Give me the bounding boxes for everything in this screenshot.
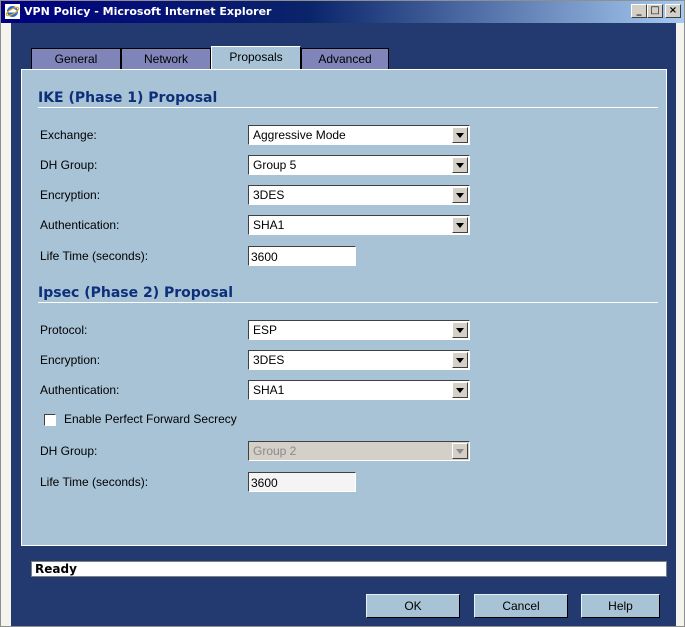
ipsec-authentication-value: SHA1 xyxy=(253,383,285,397)
ipsec-encryption-select[interactable]: 3DES xyxy=(248,350,470,370)
ike-encryption-value: 3DES xyxy=(253,188,285,202)
maximize-button[interactable]: □ xyxy=(647,4,663,18)
minimize-button[interactable]: _ xyxy=(631,4,647,18)
ipsec-dh-group-value: Group 2 xyxy=(253,444,297,458)
ike-encryption-label: Encryption: xyxy=(40,188,101,202)
chevron-down-icon[interactable] xyxy=(452,127,468,143)
ike-authentication-select[interactable]: SHA1 xyxy=(248,215,470,235)
ipsec-dh-group-label: DH Group: xyxy=(40,444,98,458)
ipsec-authentication-label: Authentication: xyxy=(40,383,120,397)
chevron-down-icon[interactable] xyxy=(452,157,468,173)
ipsec-dh-group-select[interactable]: Group 2 xyxy=(248,441,470,461)
ike-dh-group-label: DH Group: xyxy=(40,158,98,172)
ipsec-lifetime-input[interactable] xyxy=(248,472,356,492)
section-divider xyxy=(38,302,658,303)
internet-explorer-icon xyxy=(5,4,20,19)
ike-lifetime-input[interactable] xyxy=(248,246,356,266)
title-bar[interactable]: VPN Policy - Microsoft Internet Explorer… xyxy=(1,1,684,23)
ike-encryption-select[interactable]: 3DES xyxy=(248,185,470,205)
tab-proposals[interactable]: Proposals xyxy=(211,46,301,71)
tab-advanced[interactable]: Advanced xyxy=(301,48,389,70)
ike-authentication-value: SHA1 xyxy=(253,218,285,232)
window-title: VPN Policy - Microsoft Internet Explorer xyxy=(24,5,272,18)
tab-network[interactable]: Network xyxy=(121,48,211,70)
ipsec-encryption-label: Encryption: xyxy=(40,353,101,367)
ipsec-lifetime-label: Life Time (seconds): xyxy=(40,475,149,489)
ike-dh-group-select[interactable]: Group 5 xyxy=(248,155,470,175)
ike-dh-group-value: Group 5 xyxy=(253,158,297,172)
chevron-down-icon[interactable] xyxy=(452,443,468,459)
status-bar: Ready xyxy=(31,561,667,577)
close-button[interactable]: × xyxy=(665,4,681,18)
exchange-value: Aggressive Mode xyxy=(253,128,346,142)
protocol-label: Protocol: xyxy=(40,323,88,337)
protocol-value: ESP xyxy=(253,323,278,337)
chevron-down-icon[interactable] xyxy=(452,217,468,233)
chevron-down-icon[interactable] xyxy=(452,187,468,203)
section-divider xyxy=(38,107,658,108)
vpn-policy-window: VPN Policy - Microsoft Internet Explorer… xyxy=(0,0,685,627)
tab-general[interactable]: General xyxy=(31,48,121,70)
ipsec-encryption-value: 3DES xyxy=(253,353,285,367)
pfs-checkbox[interactable] xyxy=(44,414,56,426)
ike-lifetime-label: Life Time (seconds): xyxy=(40,249,149,263)
ipsec-authentication-select[interactable]: SHA1 xyxy=(248,380,470,400)
ike-section-title: IKE (Phase 1) Proposal xyxy=(38,90,218,106)
pfs-label: Enable Perfect Forward Secrecy xyxy=(64,412,237,426)
cancel-button[interactable]: Cancel xyxy=(474,594,568,618)
chevron-down-icon[interactable] xyxy=(452,382,468,398)
chevron-down-icon[interactable] xyxy=(452,322,468,338)
help-button[interactable]: Help xyxy=(581,594,660,618)
ipsec-section-title: Ipsec (Phase 2) Proposal xyxy=(38,285,234,301)
protocol-select[interactable]: ESP xyxy=(248,320,470,340)
ike-authentication-label: Authentication: xyxy=(40,218,120,232)
chevron-down-icon[interactable] xyxy=(452,352,468,368)
exchange-label: Exchange: xyxy=(40,128,97,142)
ok-button[interactable]: OK xyxy=(366,594,460,618)
proposals-panel: IKE (Phase 1) Proposal Exchange: Aggress… xyxy=(21,69,667,546)
exchange-select[interactable]: Aggressive Mode xyxy=(248,125,470,145)
